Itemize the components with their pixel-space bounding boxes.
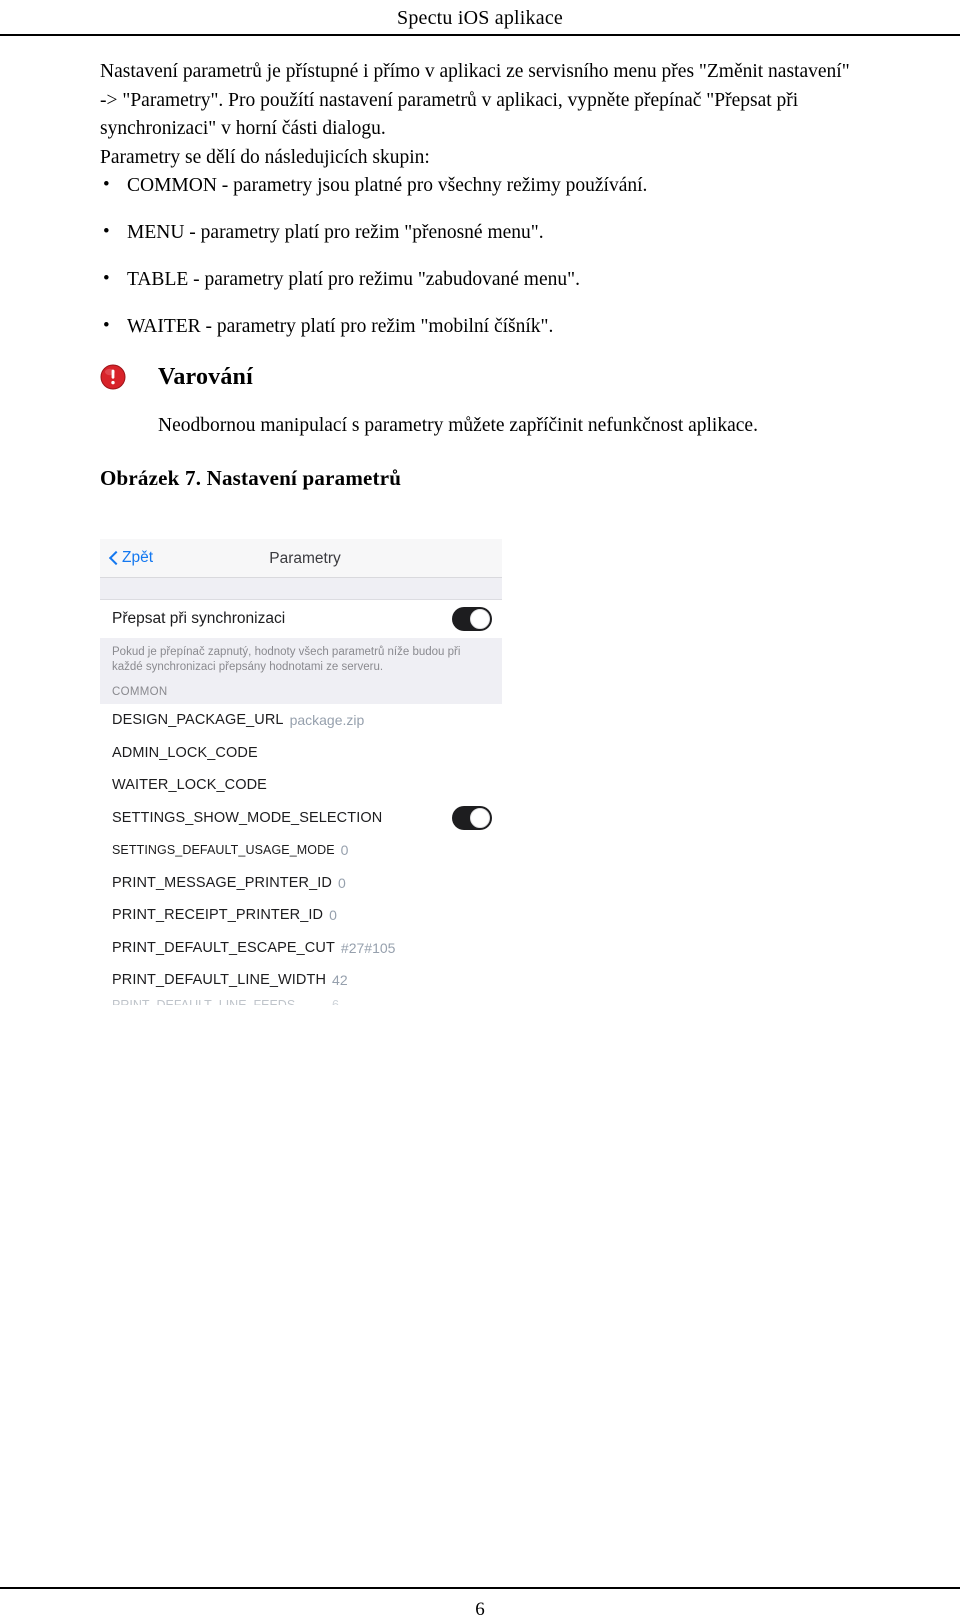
parameter-value: 0 <box>337 874 346 891</box>
screen-title: Parametry <box>269 550 341 567</box>
header-divider <box>0 34 960 36</box>
table-row[interactable]: SETTINGS_DEFAULT_USAGE_MODE 0 <box>100 834 502 867</box>
warning-title: Varování <box>158 363 253 390</box>
list-item-label: WAITER - parametry platí pro režim "mobi… <box>127 316 554 337</box>
figure-caption: Obrázek 7. Nastavení parametrů <box>100 466 402 490</box>
parameter-key: PRINT_DEFAULT_LINE_FEEDS <box>112 997 296 1006</box>
table-row[interactable]: DESIGN_PACKAGE_URL package.zip <box>100 704 502 737</box>
list-item: • MENU - parametry platí pro režim "přen… <box>100 219 860 247</box>
parameter-value: 6 <box>332 997 339 1006</box>
parameter-key: SETTINGS_SHOW_MODE_SELECTION <box>112 809 383 826</box>
parameter-key: PRINT_DEFAULT_ESCAPE_CUT <box>112 939 335 956</box>
show-mode-selection-toggle[interactable] <box>452 805 492 830</box>
list-item-label: TABLE - parametry platí pro režimu "zabu… <box>127 269 580 290</box>
override-on-sync-toggle[interactable] <box>452 607 492 631</box>
parameter-key: SETTINGS_DEFAULT_USAGE_MODE <box>112 843 335 858</box>
list-item-label: COMMON - parametry jsou platné pro všech… <box>127 175 648 196</box>
warning-header: Varování <box>100 360 860 394</box>
table-row[interactable]: PRINT_MESSAGE_PRINTER_ID 0 <box>100 866 502 899</box>
groups-intro-paragraph: Parametry se dělí do následujicích skupi… <box>100 146 430 168</box>
document-content: Nastavení parametrů je přístupné i přímo… <box>100 58 860 491</box>
running-title: Spectu iOS aplikace <box>397 7 563 29</box>
intro-paragraph: Nastavení parametrů je přístupné i přímo… <box>100 61 850 139</box>
table-row[interactable]: ADMIN_LOCK_CODE <box>100 736 502 769</box>
bullet-icon: • <box>103 221 110 242</box>
parameter-key: PRINT_RECEIPT_PRINTER_ID <box>112 907 324 924</box>
override-on-sync-row[interactable]: Přepsat při synchronizaci <box>100 600 502 638</box>
list-item: • WAITER - parametry platí pro režim "mo… <box>100 313 860 341</box>
toggle-knob <box>470 609 490 629</box>
exclamation-circle-icon <box>100 364 126 390</box>
parameter-value: 0 <box>340 842 349 859</box>
bullet-icon: • <box>103 315 110 336</box>
parameter-key: DESIGN_PACKAGE_URL <box>112 712 284 729</box>
ios-navigation-bar: Zpět Parametry <box>100 539 502 578</box>
table-row[interactable]: PRINT_DEFAULT_ESCAPE_CUT #27#105 <box>100 931 502 964</box>
parameter-key: PRINT_DEFAULT_LINE_WIDTH <box>112 972 327 989</box>
table-row[interactable]: PRINT_DEFAULT_LINE_WIDTH 42 <box>100 964 502 997</box>
table-row-clipped[interactable]: PRINT_DEFAULT_LINE_FEEDS 6 <box>100 996 502 1006</box>
parameter-value: 42 <box>332 972 348 989</box>
toggle-knob <box>470 807 490 828</box>
page-header: Spectu iOS aplikace <box>0 0 960 38</box>
parameter-value: 0 <box>329 907 337 924</box>
list-item: • COMMON - parametry jsou platné pro vše… <box>100 172 860 200</box>
parameter-key: ADMIN_LOCK_CODE <box>112 744 258 761</box>
footer-divider <box>0 1587 960 1589</box>
table-row[interactable]: WAITER_LOCK_CODE <box>100 769 502 802</box>
override-on-sync-label: Přepsat při synchronizaci <box>112 610 286 627</box>
override-on-sync-footnote: Pokud je přepínač zapnutý, hodnoty všech… <box>100 638 502 679</box>
section-header-common: COMMON <box>100 679 502 704</box>
parameter-value: package.zip <box>289 712 365 729</box>
bullet-icon: • <box>103 174 110 195</box>
warning-admonition: Varování Neodbornou manipulací s paramet… <box>100 360 860 440</box>
table-row[interactable]: SETTINGS_SHOW_MODE_SELECTION <box>100 801 502 834</box>
list-item-label: MENU - parametry platí pro režim "přenos… <box>127 222 544 243</box>
ios-top-spacer <box>100 578 502 600</box>
bullet-icon: • <box>103 268 110 289</box>
figure-screenshot-parameters: Zpět Parametry Přepsat při synchronizaci… <box>100 539 502 1005</box>
parameter-value: #27#105 <box>340 939 396 956</box>
parameter-groups-list: • COMMON - parametry jsou platné pro vše… <box>100 172 860 341</box>
page-number: 6 <box>475 1599 485 1620</box>
table-row[interactable]: PRINT_RECEIPT_PRINTER_ID 0 <box>100 899 502 932</box>
parameters-list: DESIGN_PACKAGE_URL package.zip ADMIN_LOC… <box>100 704 502 1005</box>
parameter-key: PRINT_MESSAGE_PRINTER_ID <box>112 874 332 891</box>
parameter-key: WAITER_LOCK_CODE <box>112 777 267 794</box>
list-item: • TABLE - parametry platí pro režimu "za… <box>100 266 860 294</box>
warning-text: Neodbornou manipulací s parametry můžete… <box>158 415 758 436</box>
